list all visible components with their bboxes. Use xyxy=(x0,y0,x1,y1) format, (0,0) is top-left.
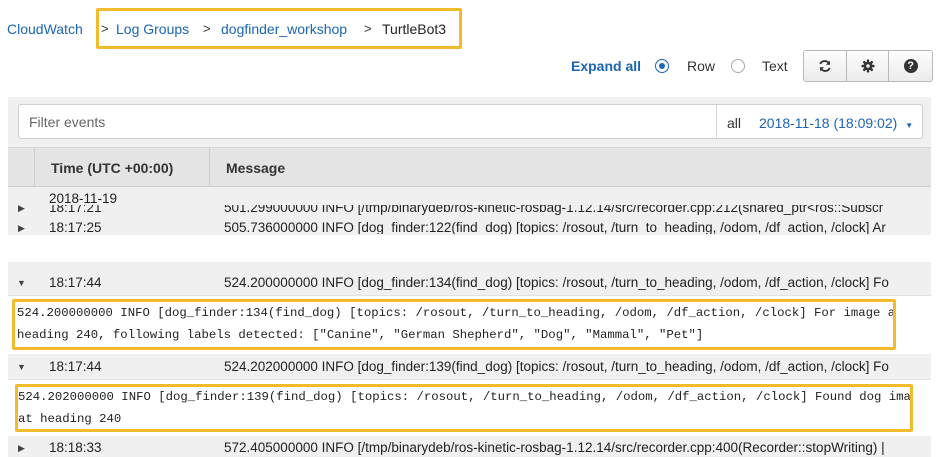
range-label: all xyxy=(727,115,742,131)
expand-arrow-icon[interactable]: ▶ xyxy=(18,223,25,234)
breadcrumb-separator: > xyxy=(101,21,109,36)
filter-bar: all 2018-11-18 (18:09:02) ▼ xyxy=(18,104,923,139)
collapse-arrow-icon[interactable]: ▼ xyxy=(17,362,26,372)
breadcrumb-dogfinder-workshop-link[interactable]: dogfinder_workshop xyxy=(221,21,347,37)
breadcrumb-current: TurtleBot3 xyxy=(382,21,447,37)
toolbar-button-group: ? xyxy=(803,50,933,82)
row-message: 505.736000000 INFO [dog_finder:122(find_… xyxy=(224,220,886,234)
gear-icon xyxy=(861,59,874,73)
scroll-edge xyxy=(8,262,931,270)
table-row[interactable]: ▶ 18:17:21 501.299000000 INFO [/tmp/bina… xyxy=(8,205,931,216)
log-detail-line: at heading 240 xyxy=(18,412,122,426)
log-detail-line: heading 240, following labels detected: … xyxy=(17,328,704,342)
row-message: 572.405000000 INFO [/tmp/binarydeb/ros-k… xyxy=(224,440,885,455)
log-detail-line: 524.200000000 INFO [dog_finder:134(find_… xyxy=(17,306,893,320)
row-time: 18:17:44 xyxy=(49,359,102,374)
log-detail: 524.200000000 INFO [dog_finder:134(find_… xyxy=(17,302,893,348)
row-time: 18:18:33 xyxy=(49,440,102,455)
refresh-button[interactable] xyxy=(804,51,847,81)
row-view-label[interactable]: Row xyxy=(687,58,715,74)
refresh-icon xyxy=(819,60,831,72)
column-divider xyxy=(34,148,35,186)
row-view-radio[interactable] xyxy=(655,59,669,73)
row-message: 524.202000000 INFO [dog_finder:139(find_… xyxy=(224,359,889,374)
row-message: 501.299000000 INFO [/tmp/binarydeb/ros-k… xyxy=(224,205,884,215)
date-group-label: 2018-11-19 xyxy=(49,191,118,206)
log-detail: 524.202000000 INFO [dog_finder:139(find_… xyxy=(18,386,910,430)
filter-events-input[interactable] xyxy=(29,113,709,131)
row-time: 18:17:25 xyxy=(49,220,102,234)
message-column-header[interactable]: Message xyxy=(226,160,285,176)
row-time: 18:17:21 xyxy=(49,205,102,215)
table-row[interactable]: ▶ 18:18:33 572.405000000 INFO [/tmp/bina… xyxy=(8,438,931,457)
row-message: 524.200000000 INFO [dog_finder:134(find_… xyxy=(224,275,889,290)
breadcrumb-log-groups-link[interactable]: Log Groups xyxy=(116,21,189,37)
breadcrumb-separator: > xyxy=(203,21,211,36)
expand-arrow-icon[interactable]: ▶ xyxy=(18,443,25,454)
filter-divider xyxy=(716,105,717,138)
help-button[interactable]: ? xyxy=(889,51,932,81)
scroll-gap xyxy=(0,235,939,262)
log-detail-line: 524.202000000 INFO [dog_finder:139(find_… xyxy=(18,390,910,404)
breadcrumb-cloudwatch-link[interactable]: CloudWatch xyxy=(7,21,83,37)
table-row[interactable]: ▼ 18:17:44 524.200000000 INFO [dog_finde… xyxy=(8,270,931,296)
collapse-arrow-icon[interactable]: ▼ xyxy=(17,278,26,288)
expand-all-link[interactable]: Expand all xyxy=(571,58,641,74)
date-range-picker[interactable]: 2018-11-18 (18:09:02) ▼ xyxy=(759,115,913,131)
column-divider xyxy=(209,148,210,186)
settings-button[interactable] xyxy=(847,51,890,81)
expand-arrow-icon[interactable]: ▶ xyxy=(18,205,25,214)
date-range-value: 2018-11-18 (18:09:02) xyxy=(759,115,898,131)
table-row[interactable]: ▼ 18:17:44 524.202000000 INFO [dog_finde… xyxy=(8,354,931,380)
text-view-label[interactable]: Text xyxy=(762,58,788,74)
table-header: Time (UTC +00:00) Message xyxy=(8,147,931,187)
breadcrumb-separator: > xyxy=(364,21,372,36)
help-icon: ? xyxy=(903,59,918,73)
time-column-header[interactable]: Time (UTC +00:00) xyxy=(51,160,173,176)
table-row[interactable]: ▶ 18:17:25 505.736000000 INFO [dog_finde… xyxy=(8,220,931,234)
row-time: 18:17:44 xyxy=(49,275,102,290)
caret-down-icon: ▼ xyxy=(905,121,914,130)
text-view-radio[interactable] xyxy=(731,59,745,73)
